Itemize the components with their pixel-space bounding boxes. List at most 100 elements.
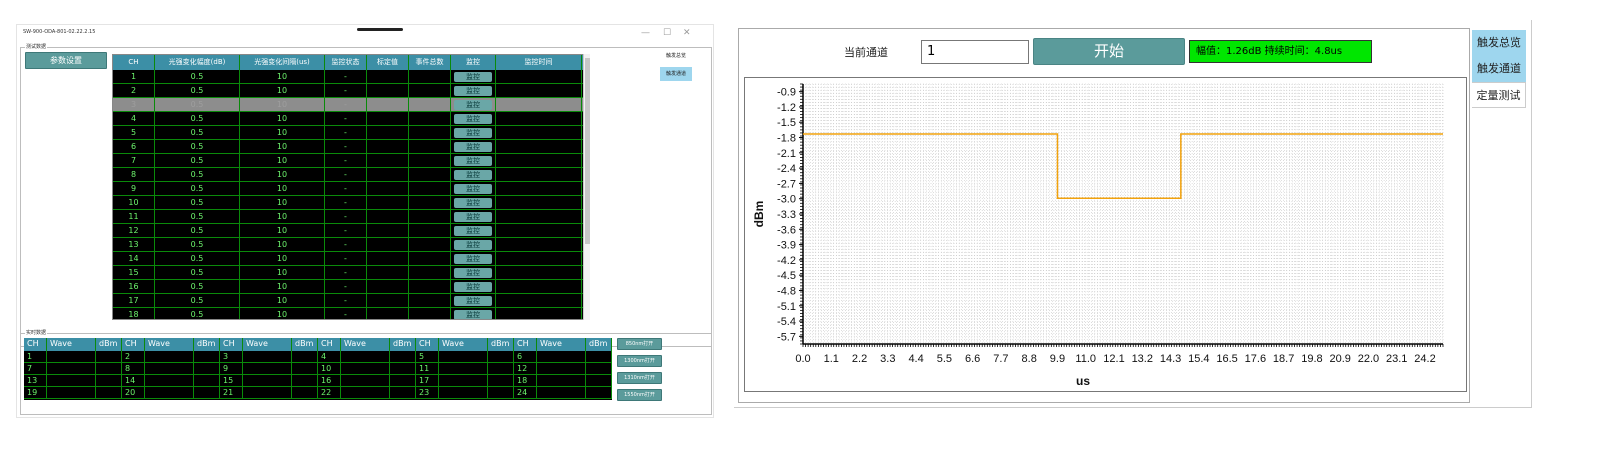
column-header-amp: 光强变化幅度(dB) [155,55,240,70]
monitor-button[interactable]: 监控 [454,282,492,292]
monitor-button[interactable]: 监控 [454,226,492,236]
rt-cell-dbm [586,387,612,398]
wave-1310-open-button[interactable]: 1310nm打开 [617,372,662,384]
table-row[interactable]: 11 0.5 10- 监控 [113,210,589,224]
rt-cell-ch: 12 [514,363,537,374]
rt-cell-ch: 16 [318,375,341,386]
cell-time [496,266,582,279]
cell-count [409,294,451,307]
table-row[interactable]: 8 0.5 10- 监控 [113,168,589,182]
cell-interval: 10 [240,294,325,307]
table-row[interactable]: 10 0.5 10- 监控 [113,196,589,210]
monitor-cell: 监控 [451,112,496,125]
rt-cell-ch: 9 [220,363,243,374]
monitor-button[interactable]: 监控 [454,212,492,222]
monitor-button[interactable]: 监控 [454,128,492,138]
start-button[interactable]: 开始 [1033,38,1185,65]
cell-cal [367,196,409,209]
rt-cell-wave [243,363,292,374]
monitor-button[interactable]: 监控 [454,198,492,208]
rt-cell-dbm [390,387,416,398]
cell-state: - [325,84,367,97]
cell-count [409,182,451,195]
monitor-button[interactable]: 监控 [454,100,492,110]
table-row[interactable]: 17 0.5 10- 监控 [113,294,589,308]
tab-trigger-channel-right[interactable]: 触发通道 [1472,56,1526,82]
rt-cell-ch: 1 [24,351,47,362]
tab-trigger-channel[interactable]: 触发通道 [660,67,692,81]
monitor-button[interactable]: 监控 [454,142,492,152]
cell-state: - [325,98,367,111]
rt-cell-ch: 17 [416,375,439,386]
table-row[interactable]: 5 0.5 10- 监控 [113,126,589,140]
tab-trigger-overview[interactable]: 触发总览 [660,52,692,62]
cell-ch: 16 [113,280,155,293]
monitor-button[interactable]: 监控 [454,156,492,166]
drag-handle[interactable] [357,28,403,31]
minimize-button[interactable]: — [641,28,650,38]
scrollbar-thumb[interactable] [585,58,590,244]
rt-header-dbm: dBm [488,338,514,351]
monitor-button[interactable]: 监控 [454,310,492,319]
cell-time [496,252,582,265]
table-row[interactable]: 15 0.5 10- 监控 [113,266,589,280]
table-row[interactable]: 13 0.5 10- 监控 [113,238,589,252]
monitor-button[interactable]: 监控 [454,170,492,180]
current-channel-input[interactable]: 1 [921,40,1029,64]
wave-1550-open-button[interactable]: 1550nm打开 [617,389,662,401]
cell-amp: 0.5 [155,224,240,237]
close-button[interactable]: ✕ [683,28,691,38]
y-tick-label: -3.9 [777,240,796,252]
x-tick-label: 22.0 [1358,353,1379,365]
wave-1300-open-button[interactable]: 1300nm打开 [617,355,662,367]
table-row[interactable]: 12 0.5 10- 监控 [113,224,589,238]
monitor-cell: 监控 [451,168,496,181]
param-settings-button[interactable]: 参数设置 [25,52,107,69]
table-row[interactable]: 9 0.5 10- 监控 [113,182,589,196]
chart-frame: -0.9 -1.2 -1.5 -1.8 -2.1 -2.4 -2.7 -3.0 -3.3 -3.6… [744,77,1467,392]
cell-cal [367,224,409,237]
maximize-button[interactable]: ☐ [663,28,671,38]
cell-amp: 0.5 [155,252,240,265]
monitor-button[interactable]: 监控 [454,240,492,250]
cell-state: - [325,224,367,237]
cell-ch: 14 [113,252,155,265]
table-body: 1 0.5 10- 监控 2 0.5 10- 监控 3 0.5 10- 监控 4 0.5 10- 监控 5 0.5… [113,70,589,319]
rt-cell-ch: 21 [220,387,243,398]
table-row[interactable]: 7 0.5 10- 监控 [113,154,589,168]
chart: -0.9 -1.2 -1.5 -1.8 -2.1 -2.4 -2.7 -3.0 -3.3 -3.6… [752,83,1444,388]
table-row[interactable]: 16 0.5 10- 监控 [113,280,589,294]
cell-amp: 0.5 [155,154,240,167]
monitor-button[interactable]: 监控 [454,254,492,264]
x-tick-label: 4.4 [908,353,923,365]
y-tick-label: -3.3 [777,209,796,221]
cell-amp: 0.5 [155,126,240,139]
monitor-button[interactable]: 监控 [454,72,492,82]
monitor-button[interactable]: 监控 [454,296,492,306]
rt-cell-wave [47,351,96,362]
cell-interval: 10 [240,238,325,251]
y-tick-label: -1.5 [777,117,796,129]
monitor-button[interactable]: 监控 [454,184,492,194]
tab-trigger-overview-right[interactable]: 触发总览 [1472,30,1526,56]
rt-cell-wave [537,375,586,386]
table-row[interactable]: 18 0.5 10- 监控 [113,308,589,319]
cell-count [409,112,451,125]
table-row[interactable]: 14 0.5 10- 监控 [113,252,589,266]
wave-850-open-button[interactable]: 850nm打开 [617,338,662,350]
table-scrollbar[interactable] [583,54,590,320]
table-row[interactable]: 4 0.5 10- 监控 [113,112,589,126]
x-tick-label: 15.4 [1188,353,1209,365]
tab-quantitative-test[interactable]: 定量测试 [1472,82,1526,108]
monitor-button[interactable]: 监控 [454,268,492,278]
monitor-button[interactable]: 监控 [454,114,492,124]
cell-ch: 2 [113,84,155,97]
monitor-button[interactable]: 监控 [454,86,492,96]
table-row[interactable]: 6 0.5 10- 监控 [113,140,589,154]
cell-interval: 10 [240,280,325,293]
cell-count [409,196,451,209]
table-row[interactable]: 1 0.5 10- 监控 [113,70,589,84]
cell-cal [367,126,409,139]
table-row[interactable]: 2 0.5 10- 监控 [113,84,589,98]
table-row[interactable]: 3 0.5 10- 监控 [113,98,589,112]
